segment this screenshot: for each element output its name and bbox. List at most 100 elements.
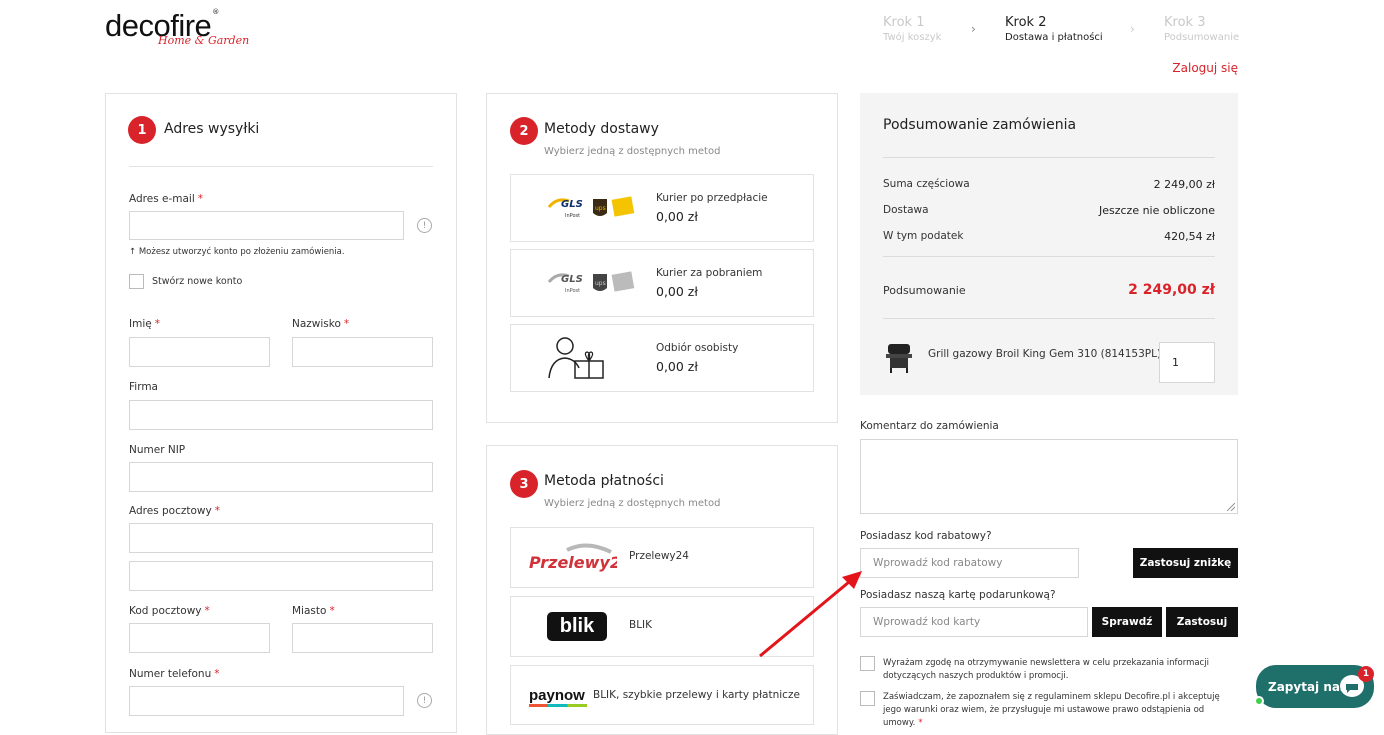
svg-text:ups: ups bbox=[595, 205, 606, 212]
payment-option-label: BLIK bbox=[629, 619, 653, 631]
chevron-right-icon: › bbox=[971, 22, 976, 36]
courier-logos: GLS InPost ups bbox=[547, 193, 639, 223]
shipping-label: Dostawa bbox=[883, 204, 929, 216]
delivery-option-price: 0,00 zł bbox=[656, 284, 698, 299]
przelewy24-logo: Przelewy24 bbox=[527, 542, 632, 574]
step-number-badge: 3 bbox=[510, 470, 538, 498]
delivery-option-label: Odbiór osobisty bbox=[656, 342, 739, 354]
annotation-arrow-icon bbox=[759, 571, 862, 658]
last-name-field[interactable] bbox=[292, 337, 433, 367]
tax-value: 420,54 zł bbox=[1164, 230, 1215, 243]
first-name-field[interactable] bbox=[129, 337, 270, 367]
first-name-label: Imię * bbox=[129, 318, 160, 330]
newsletter-consent-text: Wyrażam zgodę na otrzymywanie newsletter… bbox=[883, 658, 1209, 681]
create-account-label: Stwórz nowe konto bbox=[152, 276, 243, 287]
email-field[interactable] bbox=[129, 211, 404, 240]
svg-text:InPost: InPost bbox=[565, 288, 580, 294]
postal-code-label: Kod pocztowy * bbox=[129, 605, 210, 617]
divider bbox=[129, 166, 433, 167]
login-link[interactable]: Zaloguj się bbox=[1172, 61, 1238, 75]
create-account-checkbox[interactable] bbox=[129, 274, 144, 289]
city-field[interactable] bbox=[292, 623, 433, 653]
terms-consent-text: Zaświadczam, że zapoznałem się z regulam… bbox=[883, 692, 1220, 728]
info-icon[interactable]: ! bbox=[417, 693, 432, 708]
comment-textarea[interactable] bbox=[860, 439, 1238, 514]
subtotal-value: 2 249,00 zł bbox=[1153, 178, 1215, 191]
nip-field[interactable] bbox=[129, 462, 433, 492]
postal-code-field[interactable] bbox=[129, 623, 270, 653]
paynow-logo: paynow bbox=[529, 687, 585, 704]
total-label: Podsumowanie bbox=[883, 284, 966, 297]
step-3-subtitle: Podsumowanie bbox=[1164, 32, 1240, 43]
svg-text:GLS: GLS bbox=[561, 199, 583, 210]
quantity-input[interactable]: 1 bbox=[1159, 342, 1215, 383]
shipping-address-title: Adres wysyłki bbox=[164, 121, 260, 137]
product-name: Grill gazowy Broil King Gem 310 (814153P… bbox=[928, 348, 1162, 360]
payment-subtitle: Wybierz jedną z dostępnych metod bbox=[544, 498, 721, 509]
email-label: Adres e-mail * bbox=[129, 193, 204, 205]
giftcard-label: Posiadasz naszą kartę podarunkową? bbox=[860, 589, 1056, 601]
delivery-option-price: 0,00 zł bbox=[656, 209, 698, 224]
city-label: Miasto * bbox=[292, 605, 335, 617]
delivery-option-label: Kurier za pobraniem bbox=[656, 267, 763, 279]
registered-icon: ® bbox=[212, 8, 220, 16]
delivery-option-label: Kurier po przedpłacie bbox=[656, 192, 768, 204]
svg-text:ups: ups bbox=[595, 280, 606, 287]
apply-discount-button[interactable]: Zastosuj zniżkę bbox=[1133, 548, 1238, 578]
nip-label: Numer NIP bbox=[129, 444, 186, 456]
chat-widget-button[interactable]: Zapytaj nas bbox=[1254, 665, 1374, 708]
blik-logo: blik bbox=[547, 612, 607, 641]
payment-option-paynow[interactable]: paynow BLIK, szybkie przelewy i karty pł… bbox=[510, 665, 814, 725]
divider bbox=[883, 318, 1215, 319]
delivery-option-price: 0,00 zł bbox=[656, 359, 698, 374]
tax-label: W tym podatek bbox=[883, 230, 964, 242]
street-field[interactable] bbox=[129, 523, 433, 553]
svg-text:InPost: InPost bbox=[565, 213, 580, 219]
courier-logos: GLS InPost ups bbox=[547, 268, 639, 298]
arrow-up-icon: ↑ bbox=[129, 247, 139, 257]
grill-thumbnail bbox=[884, 340, 914, 374]
step-1[interactable]: Krok 1 Twój koszyk bbox=[883, 15, 941, 43]
discount-code-input[interactable]: Wprowadź kod rabatowy bbox=[860, 548, 1079, 578]
payment-title: Metoda płatności bbox=[544, 473, 664, 489]
online-status-icon bbox=[1254, 696, 1264, 706]
company-label: Firma bbox=[129, 381, 158, 393]
logo[interactable]: decofire® Home & Garden bbox=[105, 8, 249, 54]
company-field[interactable] bbox=[129, 400, 433, 430]
phone-field[interactable] bbox=[129, 686, 404, 716]
email-hint: ↑ Możesz utworzyć konto po złożeniu zamó… bbox=[129, 247, 345, 257]
phone-label: Numer telefonu * bbox=[129, 668, 220, 680]
order-summary-title: Podsumowanie zamówienia bbox=[883, 117, 1077, 133]
giftcard-code-input[interactable]: Wprowadź kod karty bbox=[860, 607, 1088, 637]
step-2[interactable]: Krok 2 Dostawa i płatności bbox=[1005, 15, 1103, 43]
subtotal-label: Suma częściowa bbox=[883, 178, 970, 190]
chat-label: Zapytaj nas bbox=[1268, 680, 1348, 694]
chat-notification-badge: 1 bbox=[1358, 666, 1374, 682]
pickup-person-icon bbox=[547, 335, 607, 381]
total-value: 2 249,00 zł bbox=[1128, 282, 1215, 298]
last-name-label: Nazwisko * bbox=[292, 318, 350, 330]
info-icon[interactable]: ! bbox=[417, 218, 432, 233]
step-1-title: Krok 1 bbox=[883, 15, 925, 30]
street-2-field[interactable] bbox=[129, 561, 433, 591]
delivery-option-pickup[interactable]: Odbiór osobisty 0,00 zł bbox=[510, 324, 814, 392]
discount-label: Posiadasz kod rabatowy? bbox=[860, 530, 992, 542]
step-3[interactable]: Krok 3 Podsumowanie bbox=[1164, 15, 1239, 43]
delivery-option-cod[interactable]: GLS InPost ups Kurier za pobraniem 0,00 … bbox=[510, 249, 814, 317]
delivery-option-prepaid[interactable]: GLS InPost ups Kurier po przedpłacie 0,0… bbox=[510, 174, 814, 242]
delivery-subtitle: Wybierz jedną z dostępnych metod bbox=[544, 146, 721, 157]
apply-giftcard-button[interactable]: Zastosuj bbox=[1166, 607, 1238, 637]
payment-option-label: Przelewy24 bbox=[629, 550, 689, 562]
resize-handle-icon[interactable] bbox=[1227, 503, 1235, 511]
check-giftcard-button[interactable]: Sprawdź bbox=[1092, 607, 1162, 637]
step-number-badge: 2 bbox=[510, 117, 538, 145]
step-2-title: Krok 2 bbox=[1005, 15, 1047, 30]
delivery-title: Metody dostawy bbox=[544, 121, 659, 137]
terms-checkbox[interactable] bbox=[860, 691, 875, 706]
comment-label: Komentarz do zamówienia bbox=[860, 420, 999, 432]
step-1-subtitle: Twój koszyk bbox=[883, 32, 942, 43]
logo-subtitle: Home & Garden bbox=[158, 34, 250, 47]
payment-option-label: BLIK, szybkie przelewy i karty płatnicze bbox=[593, 689, 800, 701]
divider bbox=[883, 157, 1215, 158]
paynow-logo-stripe bbox=[529, 704, 587, 707]
